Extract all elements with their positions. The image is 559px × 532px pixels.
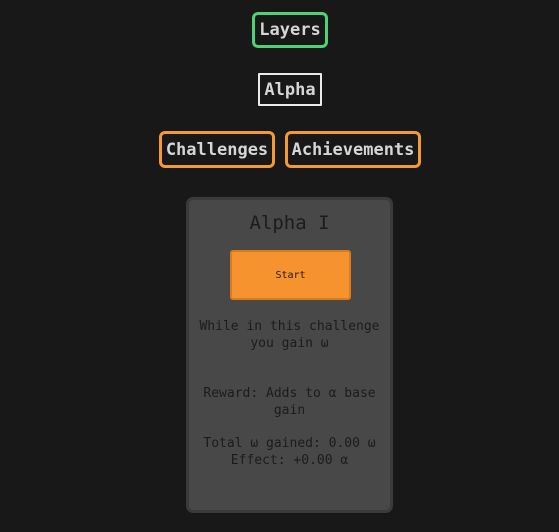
tab-achievements[interactable]: Achievements (285, 131, 421, 168)
start-challenge-button[interactable]: Start (230, 250, 351, 300)
tab-challenges[interactable]: Challenges (159, 131, 275, 168)
challenge-title: Alpha I (249, 212, 330, 234)
challenge-reward: Reward: Adds to α base gain (203, 386, 376, 418)
layers-button[interactable]: Layers (252, 12, 328, 48)
tab-alpha[interactable]: Alpha (258, 73, 322, 106)
challenge-card: Alpha I Start While in this challenge yo… (186, 197, 393, 513)
challenge-effect: Effect: +0.00 α (230, 453, 349, 468)
challenge-total-gained: Total ω gained: 0.00 ω (203, 436, 376, 451)
challenge-description: While in this challenge you gain ω (199, 319, 380, 351)
game-page: Layers Alpha Challenges Achievements Alp… (0, 0, 559, 532)
